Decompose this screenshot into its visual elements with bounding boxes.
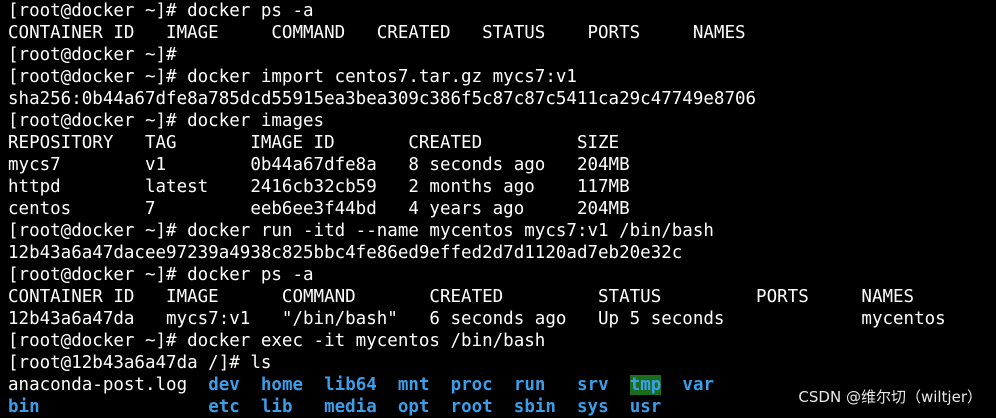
ls-dir-entry: sys bbox=[577, 397, 609, 417]
terminal-line: [root@docker ~]# docker ps -a bbox=[8, 265, 314, 285]
terminal-line: mycs7 v1 0b44a67dfe8a 8 seconds ago 204M… bbox=[8, 155, 630, 175]
ls-dir-entry: dev bbox=[208, 375, 240, 395]
ls-file-entry: anaconda-post.log bbox=[8, 375, 188, 395]
ls-dir-entry: sbin bbox=[513, 397, 556, 417]
ls-dir-entry: proc bbox=[450, 375, 493, 395]
terminal-line: CONTAINER ID IMAGE COMMAND CREATED STATU… bbox=[8, 287, 915, 307]
ls-dir-entry: media bbox=[324, 397, 377, 417]
ls-dir-entry: var bbox=[682, 375, 715, 395]
terminal-line: [root@docker ~]# docker import centos7.t… bbox=[8, 67, 577, 87]
ls-dir-entry: mnt bbox=[397, 375, 430, 395]
ls-dir-entry: lib64 bbox=[324, 375, 377, 395]
watermark: CSDN @维尔切（wiltjer） bbox=[798, 388, 982, 406]
terminal-line: [root@12b43a6a47da /]# ls bbox=[8, 353, 272, 373]
ls-dir-entry: home bbox=[260, 375, 304, 395]
terminal-line: centos 7 eeb6ee3f44bd 4 years ago 204MB bbox=[8, 199, 630, 219]
terminal-line: CONTAINER ID IMAGE COMMAND CREATED STATU… bbox=[8, 23, 746, 43]
ls-dir-entry: lib bbox=[260, 397, 293, 417]
terminal-line: [root@docker ~]# docker ps -a bbox=[8, 1, 314, 21]
terminal-line: REPOSITORY TAG IMAGE ID CREATED SIZE bbox=[8, 133, 620, 153]
terminal-line: [root@docker ~]# docker run -itd --name … bbox=[8, 221, 714, 241]
terminal-line: httpd latest 2416cb32cb59 2 months ago 1… bbox=[8, 177, 630, 197]
ls-dir-entry: root bbox=[450, 397, 493, 417]
ls-dir-entry: bin bbox=[8, 397, 40, 417]
ls-dir-entry: usr bbox=[629, 397, 662, 417]
ls-dir-entry: srv bbox=[577, 375, 609, 395]
terminal-line: [root@docker ~]# docker images bbox=[8, 111, 325, 131]
terminal-line: [root@docker ~]# docker exec -it mycento… bbox=[8, 331, 546, 351]
ls-dir-entry: etc bbox=[208, 397, 240, 417]
terminal-line: sha256:0b44a67dfe8a785dcd55915ea3bea309c… bbox=[8, 89, 757, 109]
terminal-output[interactable]: [root@docker ~]# docker ps -a CONTAINER … bbox=[8, 0, 996, 418]
ls-dir-entry: tmp bbox=[629, 375, 662, 395]
ls-dir-entry: run bbox=[513, 375, 546, 395]
terminal-line: [root@docker ~]# bbox=[8, 45, 177, 65]
terminal-line: 12b43a6a47dacee97239a4938c825bbc4fe86ed9… bbox=[8, 243, 683, 263]
ls-dir-entry: opt bbox=[397, 397, 430, 417]
terminal-line: 12b43a6a47da mycs7:v1 "/bin/bash" 6 seco… bbox=[8, 309, 946, 329]
